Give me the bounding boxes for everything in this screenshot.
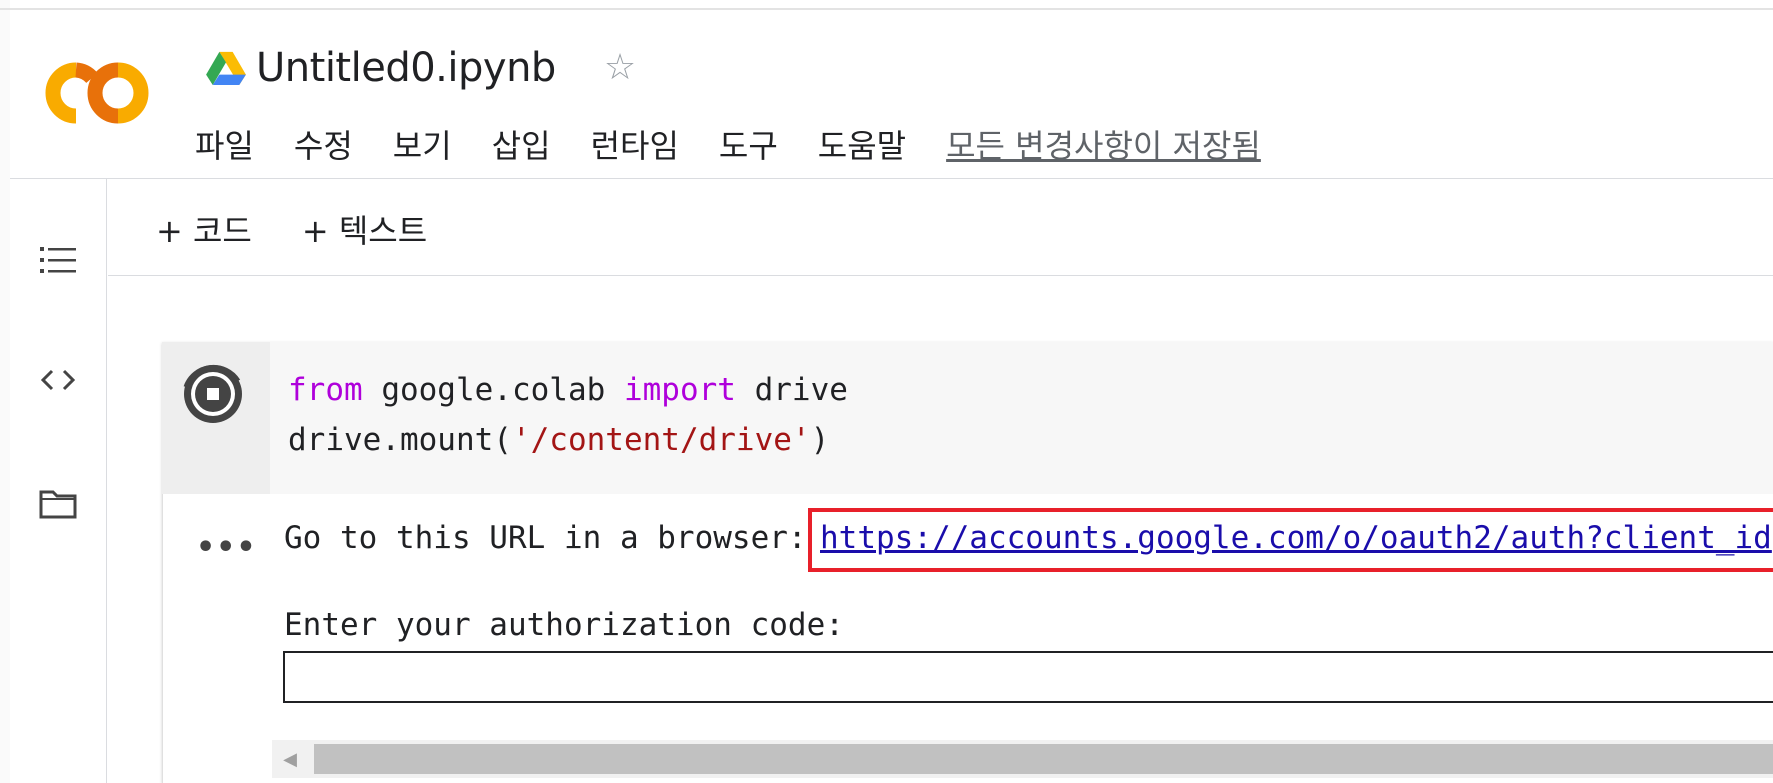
auth-code-input[interactable]: [283, 651, 1773, 703]
output-prompt: Go to this URL in a browser:: [284, 520, 826, 556]
auth-url-link[interactable]: https://accounts.google.com/o/oauth2/aut…: [820, 520, 1772, 556]
add-text-button[interactable]: + 텍스트: [302, 206, 427, 252]
keyword-import: import: [623, 372, 736, 408]
notebook-title-row: Untitled0.ipynb ☆: [204, 44, 636, 92]
google-drive-icon[interactable]: [204, 50, 248, 86]
code-module: google.colab: [362, 372, 624, 408]
code-name: drive: [735, 372, 848, 408]
code-close-paren: ): [810, 422, 830, 458]
menu-view[interactable]: 보기: [393, 121, 452, 167]
scrollbar-thumb[interactable]: [314, 744, 1773, 774]
menu-insert[interactable]: 삽입: [492, 121, 551, 167]
menu-help[interactable]: 도움말: [818, 121, 906, 167]
top-divider: [0, 8, 1773, 10]
toc-icon[interactable]: [36, 238, 80, 282]
header-divider: [10, 178, 1773, 179]
save-status-link[interactable]: 모든 변경사항이 저장됨: [946, 121, 1261, 167]
keyword-from: from: [288, 372, 363, 408]
folder-icon[interactable]: [36, 482, 80, 526]
notebook-title[interactable]: Untitled0.ipynb: [256, 45, 556, 91]
colab-logo[interactable]: [42, 56, 152, 130]
code-call: drive.mount(: [288, 422, 512, 458]
scroll-left-icon[interactable]: ◀: [278, 746, 302, 772]
window-left-edge: [0, 0, 10, 783]
stop-execution-icon[interactable]: [177, 357, 249, 429]
star-icon[interactable]: ☆: [604, 50, 636, 86]
toolbar-divider: [108, 275, 1773, 276]
menu-file[interactable]: 파일: [195, 121, 254, 167]
code-snippets-icon[interactable]: [36, 358, 80, 402]
code-line-2: drive.mount('/content/drive'): [288, 422, 829, 458]
notebook-toolbar: + 코드 + 텍스트: [156, 205, 477, 253]
code-line-1: from google.colab import drive: [288, 372, 848, 408]
menu-bar: 파일 수정 보기 삽입 런타임 도구 도움말 모든 변경사항이 저장됨: [195, 122, 1261, 166]
menu-edit[interactable]: 수정: [294, 121, 353, 167]
code-editor[interactable]: [270, 342, 1773, 494]
auth-code-label: Enter your authorization code:: [284, 607, 844, 643]
sidebar-divider: [106, 178, 107, 783]
menu-tools[interactable]: 도구: [719, 121, 778, 167]
add-code-button[interactable]: + 코드: [156, 206, 252, 252]
code-string: '/content/drive': [511, 422, 811, 458]
output-actions-icon[interactable]: •••: [196, 530, 257, 565]
menu-runtime[interactable]: 런타임: [591, 121, 679, 167]
